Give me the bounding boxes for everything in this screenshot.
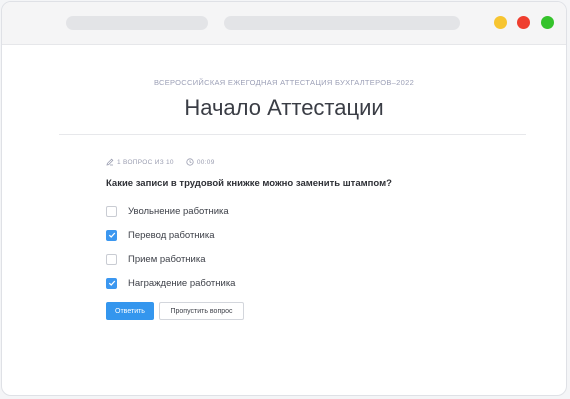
question-progress: 1 ВОПРОС ИЗ 10	[117, 158, 174, 166]
answer-option[interactable]: Перевод работника	[106, 223, 235, 247]
tab-placeholder[interactable]	[66, 16, 208, 30]
window-titlebar	[2, 2, 566, 45]
answer-button[interactable]: Ответить	[106, 302, 154, 320]
page-subtitle: ВСЕРОССИЙСКАЯ ЕЖЕГОДНАЯ АТТЕСТАЦИЯ БУХГА…	[153, 78, 415, 87]
answer-option[interactable]: Прием работника	[106, 247, 235, 271]
divider	[59, 134, 526, 135]
skip-question-button[interactable]: Пропустить вопрос	[159, 302, 244, 320]
answer-options: Увольнение работника Перевод работника П…	[106, 199, 235, 295]
question-text: Какие записи в трудовой книжке можно зам…	[106, 178, 392, 189]
answer-option[interactable]: Увольнение работника	[106, 199, 235, 223]
quiz-meta: 1 ВОПРОС ИЗ 10 00:09	[106, 157, 215, 167]
pencil-icon	[106, 158, 114, 166]
answer-option[interactable]: Награждение работника	[106, 271, 235, 295]
clock-icon	[186, 158, 194, 166]
option-label: Награждение работника	[128, 277, 236, 289]
checkbox[interactable]	[106, 229, 117, 241]
timer: 00:09	[196, 158, 215, 166]
option-label: Прием работника	[128, 253, 206, 265]
checkbox[interactable]	[106, 277, 117, 289]
maximize-button[interactable]	[541, 16, 554, 29]
option-label: Увольнение работника	[128, 205, 229, 217]
page-title: Начало Аттестации	[184, 95, 384, 120]
checkbox[interactable]	[106, 205, 117, 217]
option-label: Перевод работника	[128, 229, 215, 241]
minimize-button[interactable]	[494, 16, 507, 29]
address-bar-placeholder[interactable]	[224, 16, 460, 30]
close-button[interactable]	[517, 16, 530, 29]
checkbox[interactable]	[106, 253, 117, 265]
browser-window: ВСЕРОССИЙСКАЯ ЕЖЕГОДНАЯ АТТЕСТАЦИЯ БУХГА…	[1, 1, 567, 396]
